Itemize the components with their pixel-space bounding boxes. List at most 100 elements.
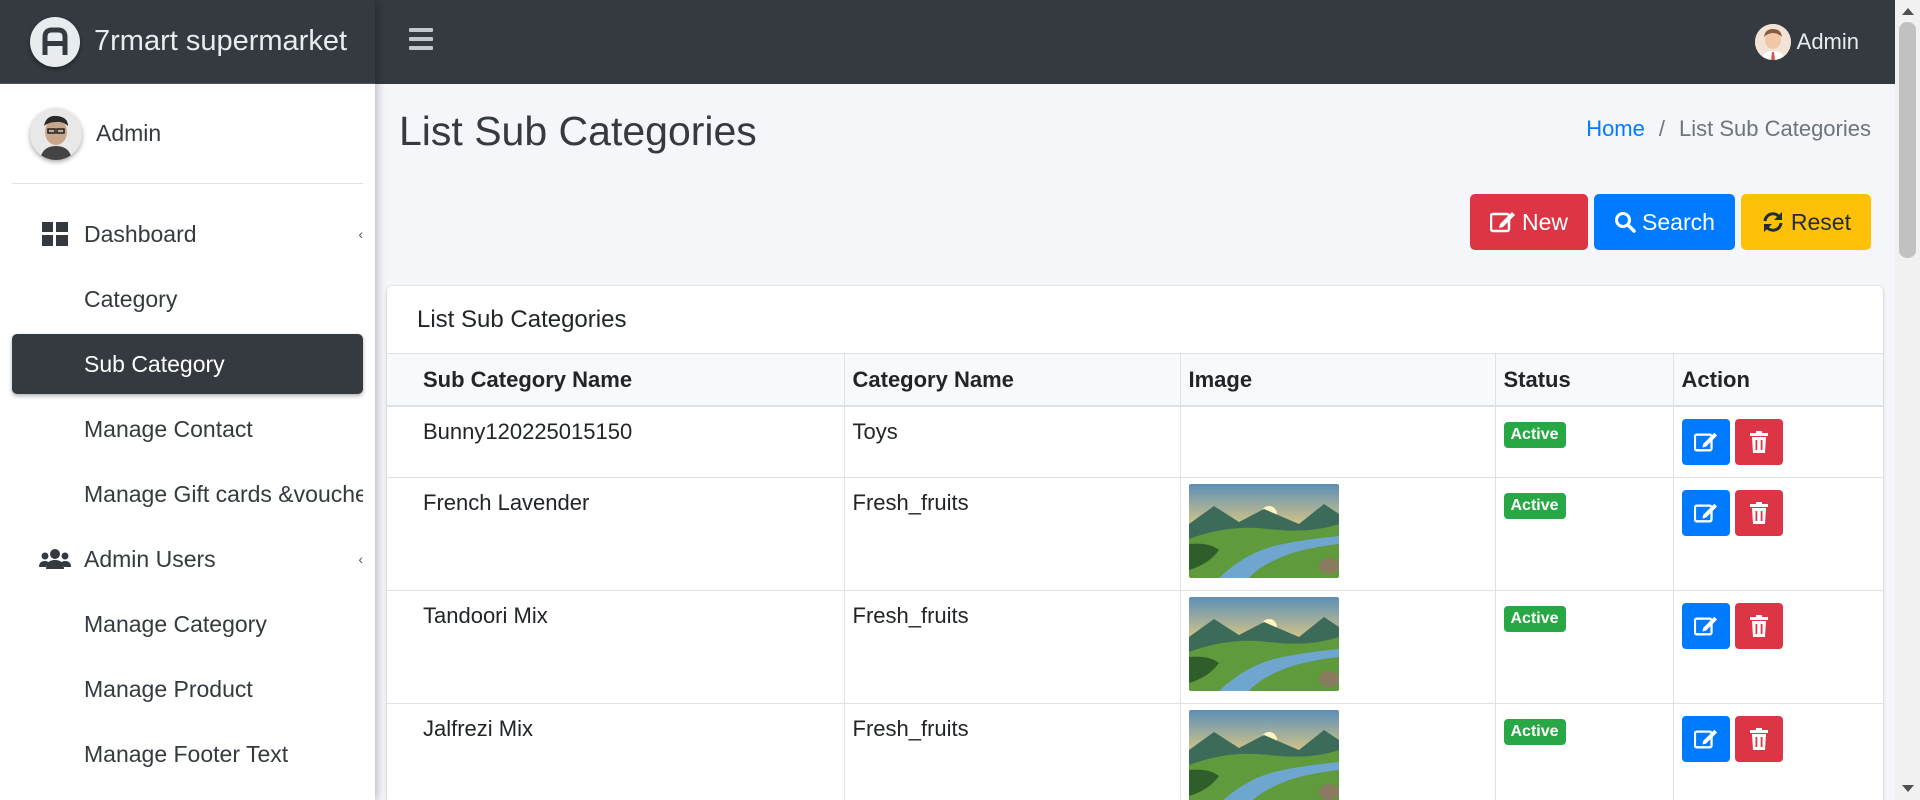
table-header-row: Sub Category Name Category Name Image St… bbox=[387, 354, 1883, 407]
breadcrumb-home-link[interactable]: Home bbox=[1586, 116, 1645, 142]
sidebar-item-manage-contact[interactable]: Manage Contact bbox=[12, 399, 363, 459]
scroll-up-arrow-icon[interactable] bbox=[1902, 8, 1914, 15]
search-button[interactable]: Search bbox=[1594, 194, 1735, 250]
sidebar-item-category[interactable]: Category bbox=[12, 269, 363, 329]
sub-category-cell: Tandoori Mix bbox=[387, 590, 845, 704]
sidebar-user-panel[interactable]: Admin bbox=[12, 84, 363, 184]
sidebar: 7rmart supermarket Admin Dashboard ‹ Cat… bbox=[0, 0, 375, 800]
edit-button[interactable] bbox=[1681, 490, 1730, 536]
sidebar-item-gift-cards[interactable]: Manage Gift cards &voucher bbox=[12, 464, 363, 524]
edit-icon bbox=[1693, 432, 1717, 452]
image-cell bbox=[1180, 405, 1496, 478]
dashboard-icon bbox=[38, 220, 72, 248]
edit-button[interactable] bbox=[1681, 419, 1730, 465]
edit-icon bbox=[1693, 729, 1717, 749]
image-cell bbox=[1180, 590, 1496, 704]
sidebar-item-manage-footer-text[interactable]: Manage Footer Text bbox=[12, 724, 363, 784]
chevron-left-icon: ‹ bbox=[358, 226, 363, 242]
status-badge: Active bbox=[1503, 493, 1566, 519]
sub-category-cell: Jalfrezi Mix bbox=[387, 703, 845, 800]
page-scrollbar[interactable] bbox=[1895, 0, 1920, 800]
status-badge: Active bbox=[1503, 422, 1566, 448]
sidebar-user-name: Admin bbox=[96, 120, 162, 146]
sidebar-nav: Dashboard ‹ Category Sub Category Manage… bbox=[0, 204, 375, 784]
new-button[interactable]: New bbox=[1470, 194, 1589, 250]
action-cell bbox=[1673, 405, 1883, 478]
sidebar-item-label: Sub Category bbox=[84, 350, 225, 377]
avatar bbox=[30, 107, 82, 160]
sidebar-item-manage-product[interactable]: Manage Product bbox=[12, 659, 363, 719]
hamburger-menu-icon[interactable] bbox=[409, 28, 433, 50]
category-cell: Toys bbox=[844, 405, 1181, 478]
breadcrumb: Home / List Sub Categories bbox=[1586, 116, 1871, 142]
top-user-menu[interactable]: Admin bbox=[1754, 24, 1859, 60]
delete-button[interactable] bbox=[1734, 419, 1783, 465]
brand-name: 7rmart supermarket bbox=[94, 25, 348, 57]
edit-icon bbox=[1693, 503, 1717, 523]
edit-icon bbox=[1490, 211, 1516, 233]
table-row: Bunny120225015150 Toys Active bbox=[387, 405, 1883, 478]
action-cell bbox=[1673, 703, 1883, 800]
category-cell: Fresh_fruits bbox=[844, 590, 1181, 704]
edit-icon bbox=[1693, 616, 1717, 636]
trash-icon bbox=[1749, 615, 1768, 637]
delete-button[interactable] bbox=[1734, 716, 1783, 762]
table-row: Tandoori Mix Fresh_fruits Active bbox=[387, 590, 1883, 704]
brand-logo-icon bbox=[30, 16, 80, 67]
column-header: Status bbox=[1495, 354, 1674, 407]
table-row: Jalfrezi Mix Fresh_fruits Active bbox=[387, 703, 1883, 800]
edit-button[interactable] bbox=[1681, 603, 1730, 649]
trash-icon bbox=[1749, 431, 1768, 453]
column-header: Action bbox=[1673, 354, 1883, 407]
sidebar-item-label: Manage Contact bbox=[84, 415, 253, 442]
sidebar-item-label: Manage Gift cards &voucher bbox=[84, 480, 363, 507]
image-cell bbox=[1180, 703, 1496, 800]
status-badge: Active bbox=[1503, 606, 1566, 632]
reset-button[interactable]: Reset bbox=[1740, 194, 1871, 250]
sidebar-item-label: Manage Footer Text bbox=[84, 740, 289, 767]
top-user-name: Admin bbox=[1796, 29, 1859, 54]
chevron-left-icon: ‹ bbox=[358, 551, 363, 567]
sidebar-item-label: Category bbox=[84, 285, 178, 312]
sub-categories-card: List Sub Categories Sub Category Name Ca… bbox=[387, 286, 1883, 800]
category-cell: Fresh_fruits bbox=[844, 703, 1181, 800]
table-row: French Lavender Fresh_fruits Active bbox=[387, 477, 1883, 591]
top-navbar: Admin bbox=[375, 0, 1895, 84]
action-cell bbox=[1673, 590, 1883, 704]
new-button-label: New bbox=[1522, 208, 1569, 235]
sidebar-item-label: Admin Users bbox=[84, 545, 216, 572]
action-button-row: New Search Reset bbox=[1470, 194, 1871, 250]
sidebar-item-admin-users[interactable]: Admin Users ‹ bbox=[12, 529, 363, 589]
scroll-down-arrow-icon[interactable] bbox=[1902, 785, 1914, 792]
trash-icon bbox=[1749, 728, 1768, 750]
status-cell: Active bbox=[1495, 590, 1674, 704]
card-title: List Sub Categories bbox=[387, 286, 1883, 354]
sub-category-cell: French Lavender bbox=[387, 477, 845, 591]
delete-button[interactable] bbox=[1734, 490, 1783, 536]
sidebar-item-dashboard[interactable]: Dashboard ‹ bbox=[12, 204, 363, 264]
page-title: List Sub Categories bbox=[399, 108, 757, 154]
sub-category-thumbnail bbox=[1188, 597, 1339, 691]
sidebar-item-manage-category[interactable]: Manage Category bbox=[12, 594, 363, 654]
avatar bbox=[1754, 24, 1791, 60]
sub-category-thumbnail bbox=[1188, 710, 1339, 800]
scrollbar-thumb[interactable] bbox=[1899, 22, 1916, 258]
sidebar-item-label: Manage Category bbox=[84, 610, 267, 637]
delete-button[interactable] bbox=[1734, 603, 1783, 649]
breadcrumb-separator: / bbox=[1658, 116, 1665, 141]
action-cell bbox=[1673, 477, 1883, 591]
sidebar-item-label: Dashboard bbox=[84, 220, 197, 247]
status-cell: Active bbox=[1495, 477, 1674, 591]
search-button-label: Search bbox=[1642, 208, 1715, 235]
image-cell bbox=[1180, 477, 1496, 591]
sub-category-cell: Bunny120225015150 bbox=[387, 405, 845, 478]
sidebar-item-sub-category[interactable]: Sub Category bbox=[12, 334, 363, 394]
main-content: List Sub Categories Home / List Sub Cate… bbox=[375, 84, 1895, 800]
breadcrumb-current: List Sub Categories bbox=[1679, 116, 1871, 141]
sub-categories-table: Sub Category Name Category Name Image St… bbox=[387, 354, 1883, 800]
brand-link[interactable]: 7rmart supermarket bbox=[0, 0, 375, 84]
sub-category-thumbnail bbox=[1188, 484, 1339, 578]
edit-button[interactable] bbox=[1681, 716, 1730, 762]
column-header: Image bbox=[1180, 354, 1496, 407]
search-icon bbox=[1614, 211, 1636, 233]
